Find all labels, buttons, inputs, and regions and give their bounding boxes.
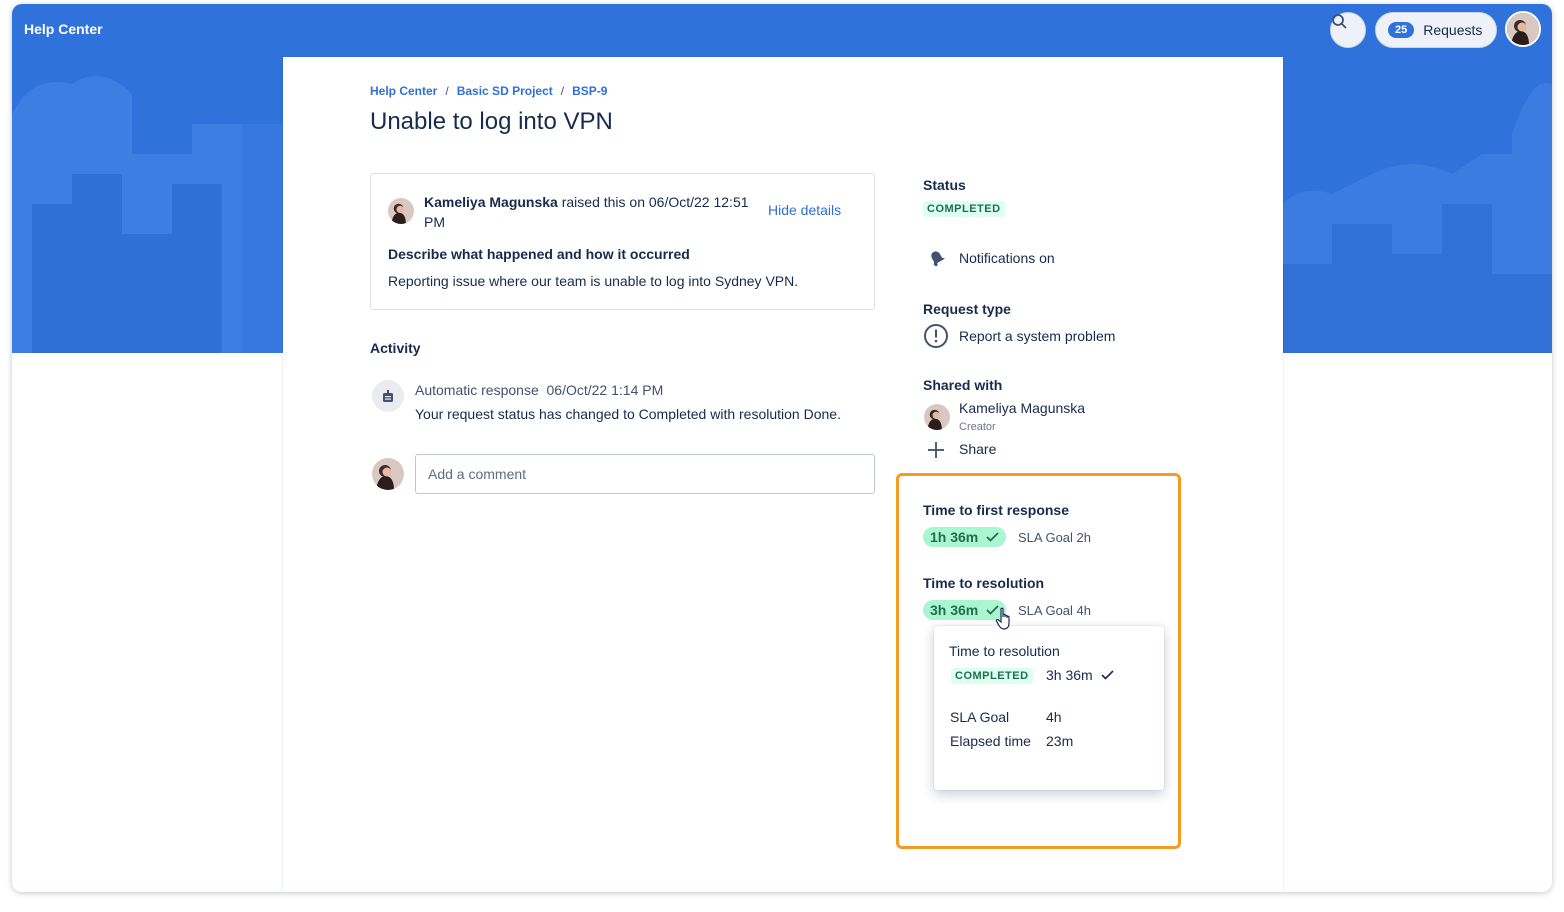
shared-user-name: Kameliya Magunska: [959, 400, 1086, 416]
sla-first-response-pill[interactable]: 1h 36m: [923, 527, 1007, 547]
field-question: Describe what happened and how it occurr…: [388, 246, 690, 262]
tooltip-elapsed-label: Elapsed time: [950, 733, 1031, 749]
app-window: Help Center 25 Requests Help Center / Ba…: [12, 4, 1552, 892]
robot-icon: [372, 380, 404, 412]
auto-response-label: Automatic response: [415, 382, 539, 398]
sla-tooltip: Time to resolution COMPLETED 3h 36m SLA …: [934, 626, 1164, 790]
requests-label: Requests: [1423, 22, 1483, 38]
request-type-value: Report a system problem: [959, 328, 1116, 344]
bell-icon[interactable]: [928, 249, 946, 272]
sla-resolution-value: 3h 36m: [930, 602, 979, 618]
requests-button[interactable]: 25 Requests: [1375, 12, 1497, 48]
hand-cursor-icon: [995, 607, 1015, 636]
status-heading: Status: [923, 177, 966, 193]
notifications-toggle[interactable]: Notifications on: [959, 250, 1055, 266]
request-card: Help Center / Basic SD Project / BSP-9 U…: [283, 57, 1283, 892]
requests-count-badge: 25: [1388, 22, 1415, 38]
plus-icon[interactable]: [927, 441, 945, 464]
field-answer: Reporting issue where our team is unable…: [388, 273, 799, 289]
tooltip-goal-value: 4h: [1046, 709, 1062, 725]
sla-first-response-value: 1h 36m: [930, 529, 979, 545]
request-details-panel: Kameliya Magunska raised this on 06/Oct/…: [370, 173, 875, 310]
activity-heading: Activity: [370, 340, 421, 356]
hide-details-link[interactable]: Hide details: [768, 202, 841, 218]
share-button[interactable]: Share: [959, 441, 996, 457]
sla-first-response-heading: Time to first response: [923, 502, 1070, 518]
tooltip-goal-label: SLA Goal: [950, 709, 1010, 725]
author-name: Kameliya Magunska: [424, 194, 558, 210]
alert-icon: [923, 323, 949, 354]
auto-response-meta: Automatic response 06/Oct/22 1:14 PM: [415, 382, 663, 398]
auto-response-time: 06/Oct/22 1:14 PM: [546, 382, 664, 398]
breadcrumb-issue[interactable]: BSP-9: [572, 84, 607, 98]
tooltip-value-text: 3h 36m: [1046, 667, 1093, 683]
tooltip-status-badge: COMPLETED: [951, 668, 1033, 684]
tooltip-elapsed-value: 23m: [1046, 733, 1074, 749]
user-avatar[interactable]: [1505, 11, 1541, 47]
check-icon: [1101, 670, 1114, 680]
breadcrumb: Help Center / Basic SD Project / BSP-9: [370, 84, 607, 98]
avatar-image: [1507, 13, 1539, 45]
author-avatar: [388, 198, 414, 224]
request-type-heading: Request type: [923, 301, 1011, 317]
sla-first-response-goal: SLA Goal 2h: [1018, 530, 1091, 545]
breadcrumb-project[interactable]: Basic SD Project: [457, 84, 553, 98]
commenter-avatar: [372, 458, 404, 490]
breadcrumb-help-center[interactable]: Help Center: [370, 84, 437, 98]
shared-user-role: Creator: [959, 421, 996, 433]
tooltip-heading: Time to resolution: [949, 643, 1060, 659]
sla-resolution-pill[interactable]: 3h 36m: [923, 600, 1007, 620]
raised-by-text: Kameliya Magunska raised this on 06/Oct/…: [424, 192, 754, 232]
search-button[interactable]: [1330, 12, 1366, 48]
page-title: Unable to log into VPN: [370, 108, 613, 135]
help-center-logo[interactable]: Help Center: [24, 21, 103, 37]
shared-user-avatar: [924, 404, 950, 430]
tooltip-value: 3h 36m: [1046, 667, 1114, 683]
auto-response-message: Your request status has changed to Compl…: [415, 406, 841, 422]
search-icon: [1332, 14, 1347, 29]
check-icon: [986, 532, 999, 542]
shared-with-heading: Shared with: [923, 377, 1003, 393]
sla-resolution-goal: SLA Goal 4h: [1018, 603, 1091, 618]
comment-input[interactable]: [415, 454, 875, 494]
status-badge: COMPLETED: [923, 201, 1005, 217]
sla-resolution-heading: Time to resolution: [923, 575, 1045, 591]
breadcrumb-separator: /: [445, 84, 449, 98]
breadcrumb-separator: /: [560, 84, 565, 98]
